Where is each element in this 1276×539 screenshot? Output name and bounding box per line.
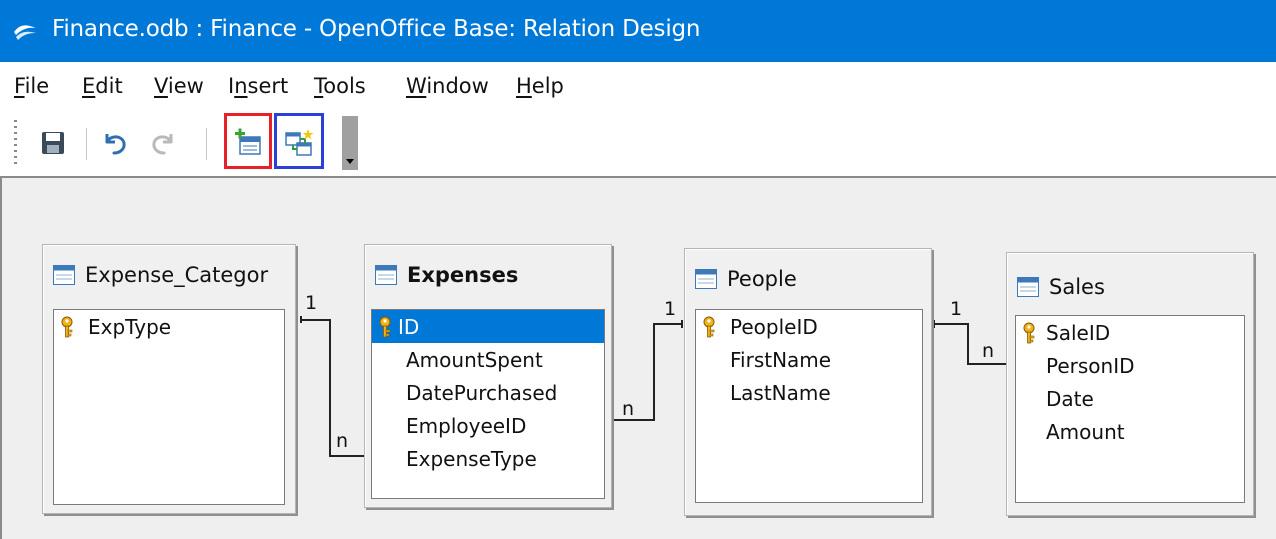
field-name: PeopleID [730, 314, 818, 339]
field-row[interactable]: AmountSpent [372, 343, 604, 376]
field-row[interactable]: PersonID [1016, 349, 1244, 382]
menu-file-label: ile [24, 74, 50, 98]
table-window-expenses[interactable]: Expenses ID AmountSpent DatePurchased Em… [364, 244, 612, 508]
menu-help[interactable]: Help [514, 72, 566, 100]
field-name: FirstName [730, 347, 832, 372]
relation-many-label: n [622, 398, 635, 420]
menu-file-accel: F [14, 74, 25, 98]
table-window-expense-category[interactable]: Expense_Categor ExpType [42, 244, 296, 514]
table-icon [53, 265, 75, 285]
table-icon [695, 269, 717, 289]
menu-tools-accel: T [314, 74, 324, 98]
toolbar-options-dropdown[interactable] [342, 116, 358, 170]
add-tables-icon [235, 128, 261, 155]
field-list[interactable]: PeopleID FirstName LastName [695, 309, 923, 503]
redo-button[interactable] [146, 126, 180, 160]
menu-window-accel: W [406, 74, 427, 98]
new-relation-icon [285, 129, 314, 156]
table-header[interactable]: Sales [1017, 271, 1243, 303]
field-row[interactable]: LastName [696, 376, 922, 409]
field-row[interactable]: Date [1016, 382, 1244, 415]
menu-bar: File Edit View Insert Tools Window Help [0, 62, 1276, 110]
field-name: Date [1046, 386, 1094, 411]
primary-key-icon [1023, 322, 1035, 344]
relation-one-label: 1 [305, 292, 318, 314]
field-name: EmployeeID [406, 413, 527, 438]
field-name: ExpenseType [406, 446, 537, 471]
menu-insert-label: sert [247, 74, 289, 98]
menu-insert[interactable]: Insert [226, 72, 290, 100]
undo-button[interactable] [98, 126, 132, 160]
table-title: People [727, 267, 797, 291]
add-tables-button[interactable] [231, 126, 265, 160]
field-row-primary-key[interactable]: PeopleID [696, 310, 922, 343]
menu-tools-label: ools [323, 74, 366, 98]
table-header[interactable]: Expense_Categor [53, 259, 289, 291]
menu-insert-accel: n [234, 74, 248, 98]
field-name: DatePurchased [406, 380, 558, 405]
menu-window[interactable]: Window [404, 72, 491, 100]
table-window-people[interactable]: People PeopleID FirstName LastName [684, 248, 932, 516]
save-button[interactable] [36, 126, 70, 160]
toolbar-separator [206, 128, 207, 160]
relation-many-label: n [336, 430, 349, 452]
primary-key-icon [379, 316, 391, 338]
field-list[interactable]: ID AmountSpent DatePurchased EmployeeID … [371, 309, 605, 499]
standard-toolbar [0, 110, 1276, 176]
table-window-sales[interactable]: Sales SaleID PersonID Date Amount [1006, 252, 1254, 516]
field-list[interactable]: ExpType [53, 309, 285, 505]
field-row-primary-key[interactable]: ExpType [54, 310, 284, 343]
table-icon [1017, 277, 1039, 297]
table-header[interactable]: People [695, 263, 921, 295]
menu-view[interactable]: View [152, 72, 206, 100]
window-title: Finance.odb : Finance - OpenOffice Base:… [52, 16, 701, 42]
table-title: Sales [1049, 275, 1105, 299]
redo-icon [152, 134, 173, 155]
relation-one-label: 1 [950, 298, 963, 320]
menu-tools[interactable]: Tools [312, 72, 368, 100]
field-row[interactable]: EmployeeID [372, 409, 604, 442]
title-bar: Finance.odb : Finance - OpenOffice Base:… [0, 0, 1276, 62]
menu-file[interactable]: File [12, 72, 51, 100]
field-row[interactable]: DatePurchased [372, 376, 604, 409]
menu-view-accel: V [154, 74, 168, 98]
table-icon [375, 265, 397, 285]
menu-window-label: indow [426, 74, 489, 98]
relation-one-label: 1 [664, 298, 677, 320]
relation-many-label: n [982, 340, 995, 362]
menu-help-label: elp [531, 74, 564, 98]
toolbar-separator [86, 128, 87, 160]
menu-edit-accel: E [82, 74, 96, 98]
field-row-primary-key-selected[interactable]: ID [372, 310, 604, 343]
field-name: ExpType [88, 314, 172, 339]
primary-key-icon [703, 316, 715, 338]
primary-key-icon [61, 316, 73, 338]
field-name: LastName [730, 380, 831, 405]
chevron-down-icon [346, 159, 354, 164]
field-row[interactable]: FirstName [696, 343, 922, 376]
table-title: Expense_Categor [85, 263, 269, 287]
field-name: ID [398, 314, 420, 339]
field-row[interactable]: Amount [1016, 415, 1244, 448]
new-relation-button[interactable] [282, 126, 316, 160]
field-name: PersonID [1046, 353, 1135, 378]
field-row[interactable]: ExpenseType [372, 442, 604, 475]
field-name: Amount [1046, 419, 1125, 444]
field-list[interactable]: SaleID PersonID Date Amount [1015, 315, 1245, 503]
field-name: AmountSpent [406, 347, 543, 372]
openoffice-gull-icon [14, 25, 36, 40]
menu-view-label: iew [167, 74, 204, 98]
undo-icon [105, 134, 126, 155]
field-name: SaleID [1046, 320, 1111, 345]
save-icon [42, 132, 64, 154]
table-header[interactable]: Expenses [375, 259, 601, 291]
field-row-primary-key[interactable]: SaleID [1016, 316, 1244, 349]
menu-edit[interactable]: Edit [80, 72, 125, 100]
table-title: Expenses [407, 263, 519, 287]
menu-edit-label: dit [95, 74, 123, 98]
toolbar-grip[interactable] [14, 120, 17, 166]
menu-help-accel: H [516, 74, 532, 98]
